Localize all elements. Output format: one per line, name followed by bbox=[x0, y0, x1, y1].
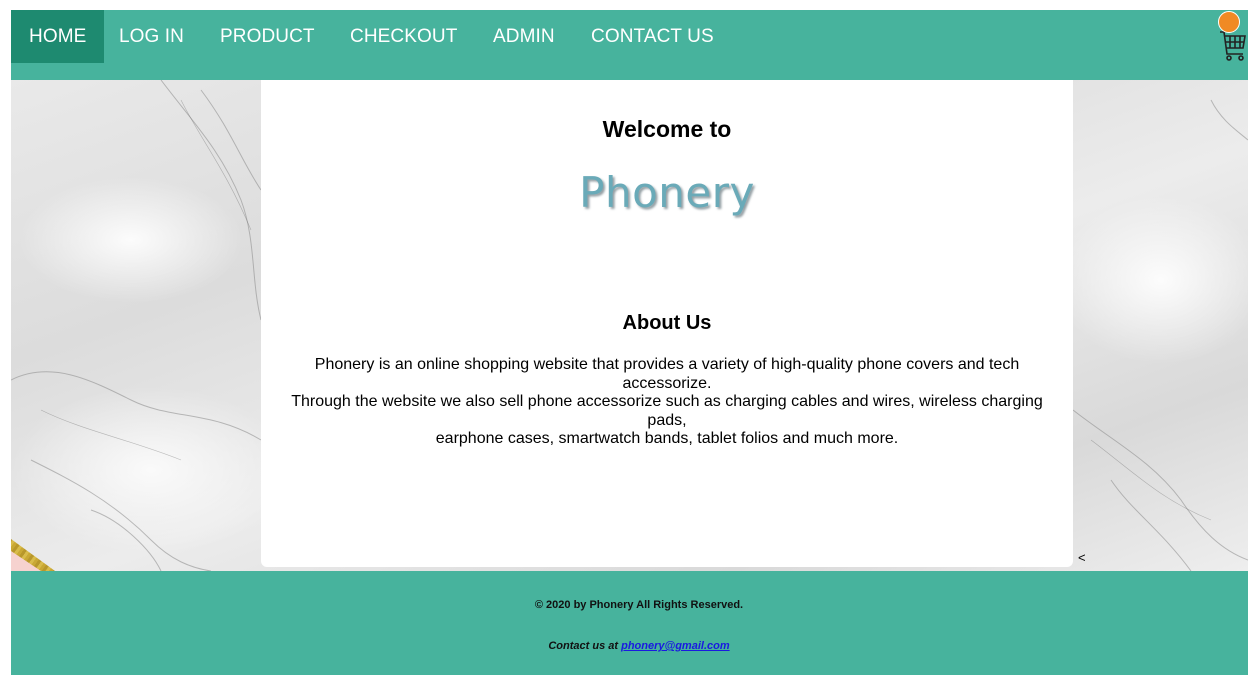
about-us-heading: About Us bbox=[622, 312, 712, 334]
about-line: earphone cases, smartwatch bands, tablet… bbox=[435, 430, 899, 447]
contact-line: Contact us at phonery@gmail.com bbox=[11, 640, 1248, 652]
content-panel: Welcome to Phonery About Us Phonery is a… bbox=[261, 80, 1073, 567]
copyright-text: © 2020 by Phonery All Rights Reserved. bbox=[534, 599, 744, 611]
top-nav: HOME LOG IN PRODUCT CHECKOUT ADMIN CONTA… bbox=[11, 10, 1248, 80]
cart-badge bbox=[1218, 11, 1240, 33]
nav-contact-us[interactable]: CONTACT US bbox=[591, 10, 714, 63]
cart-button[interactable] bbox=[1216, 10, 1246, 62]
nav-login[interactable]: LOG IN bbox=[119, 10, 184, 63]
contact-email-link[interactable]: phonery@gmail.com bbox=[621, 640, 730, 652]
nav-home[interactable]: HOME bbox=[11, 10, 105, 63]
nav-admin[interactable]: ADMIN bbox=[493, 10, 555, 63]
page-frame: HOME LOG IN PRODUCT CHECKOUT ADMIN CONTA… bbox=[11, 10, 1248, 675]
about-line: Phonery is an online shopping website th… bbox=[314, 356, 1020, 392]
contact-prefix: Contact us at bbox=[548, 640, 622, 652]
phonery-logo: Phonery bbox=[579, 168, 755, 217]
about-us-text: Phonery is an online shopping website th… bbox=[281, 356, 1053, 449]
about-line: Through the website we also sell phone a… bbox=[291, 393, 1043, 429]
nav-product[interactable]: PRODUCT bbox=[220, 10, 315, 63]
slider-prev-arrow[interactable]: < bbox=[1078, 550, 1086, 565]
welcome-heading: Welcome to bbox=[602, 116, 732, 142]
footer: © 2020 by Phonery All Rights Reserved. C… bbox=[11, 571, 1248, 675]
nav-checkout[interactable]: CHECKOUT bbox=[350, 10, 457, 63]
